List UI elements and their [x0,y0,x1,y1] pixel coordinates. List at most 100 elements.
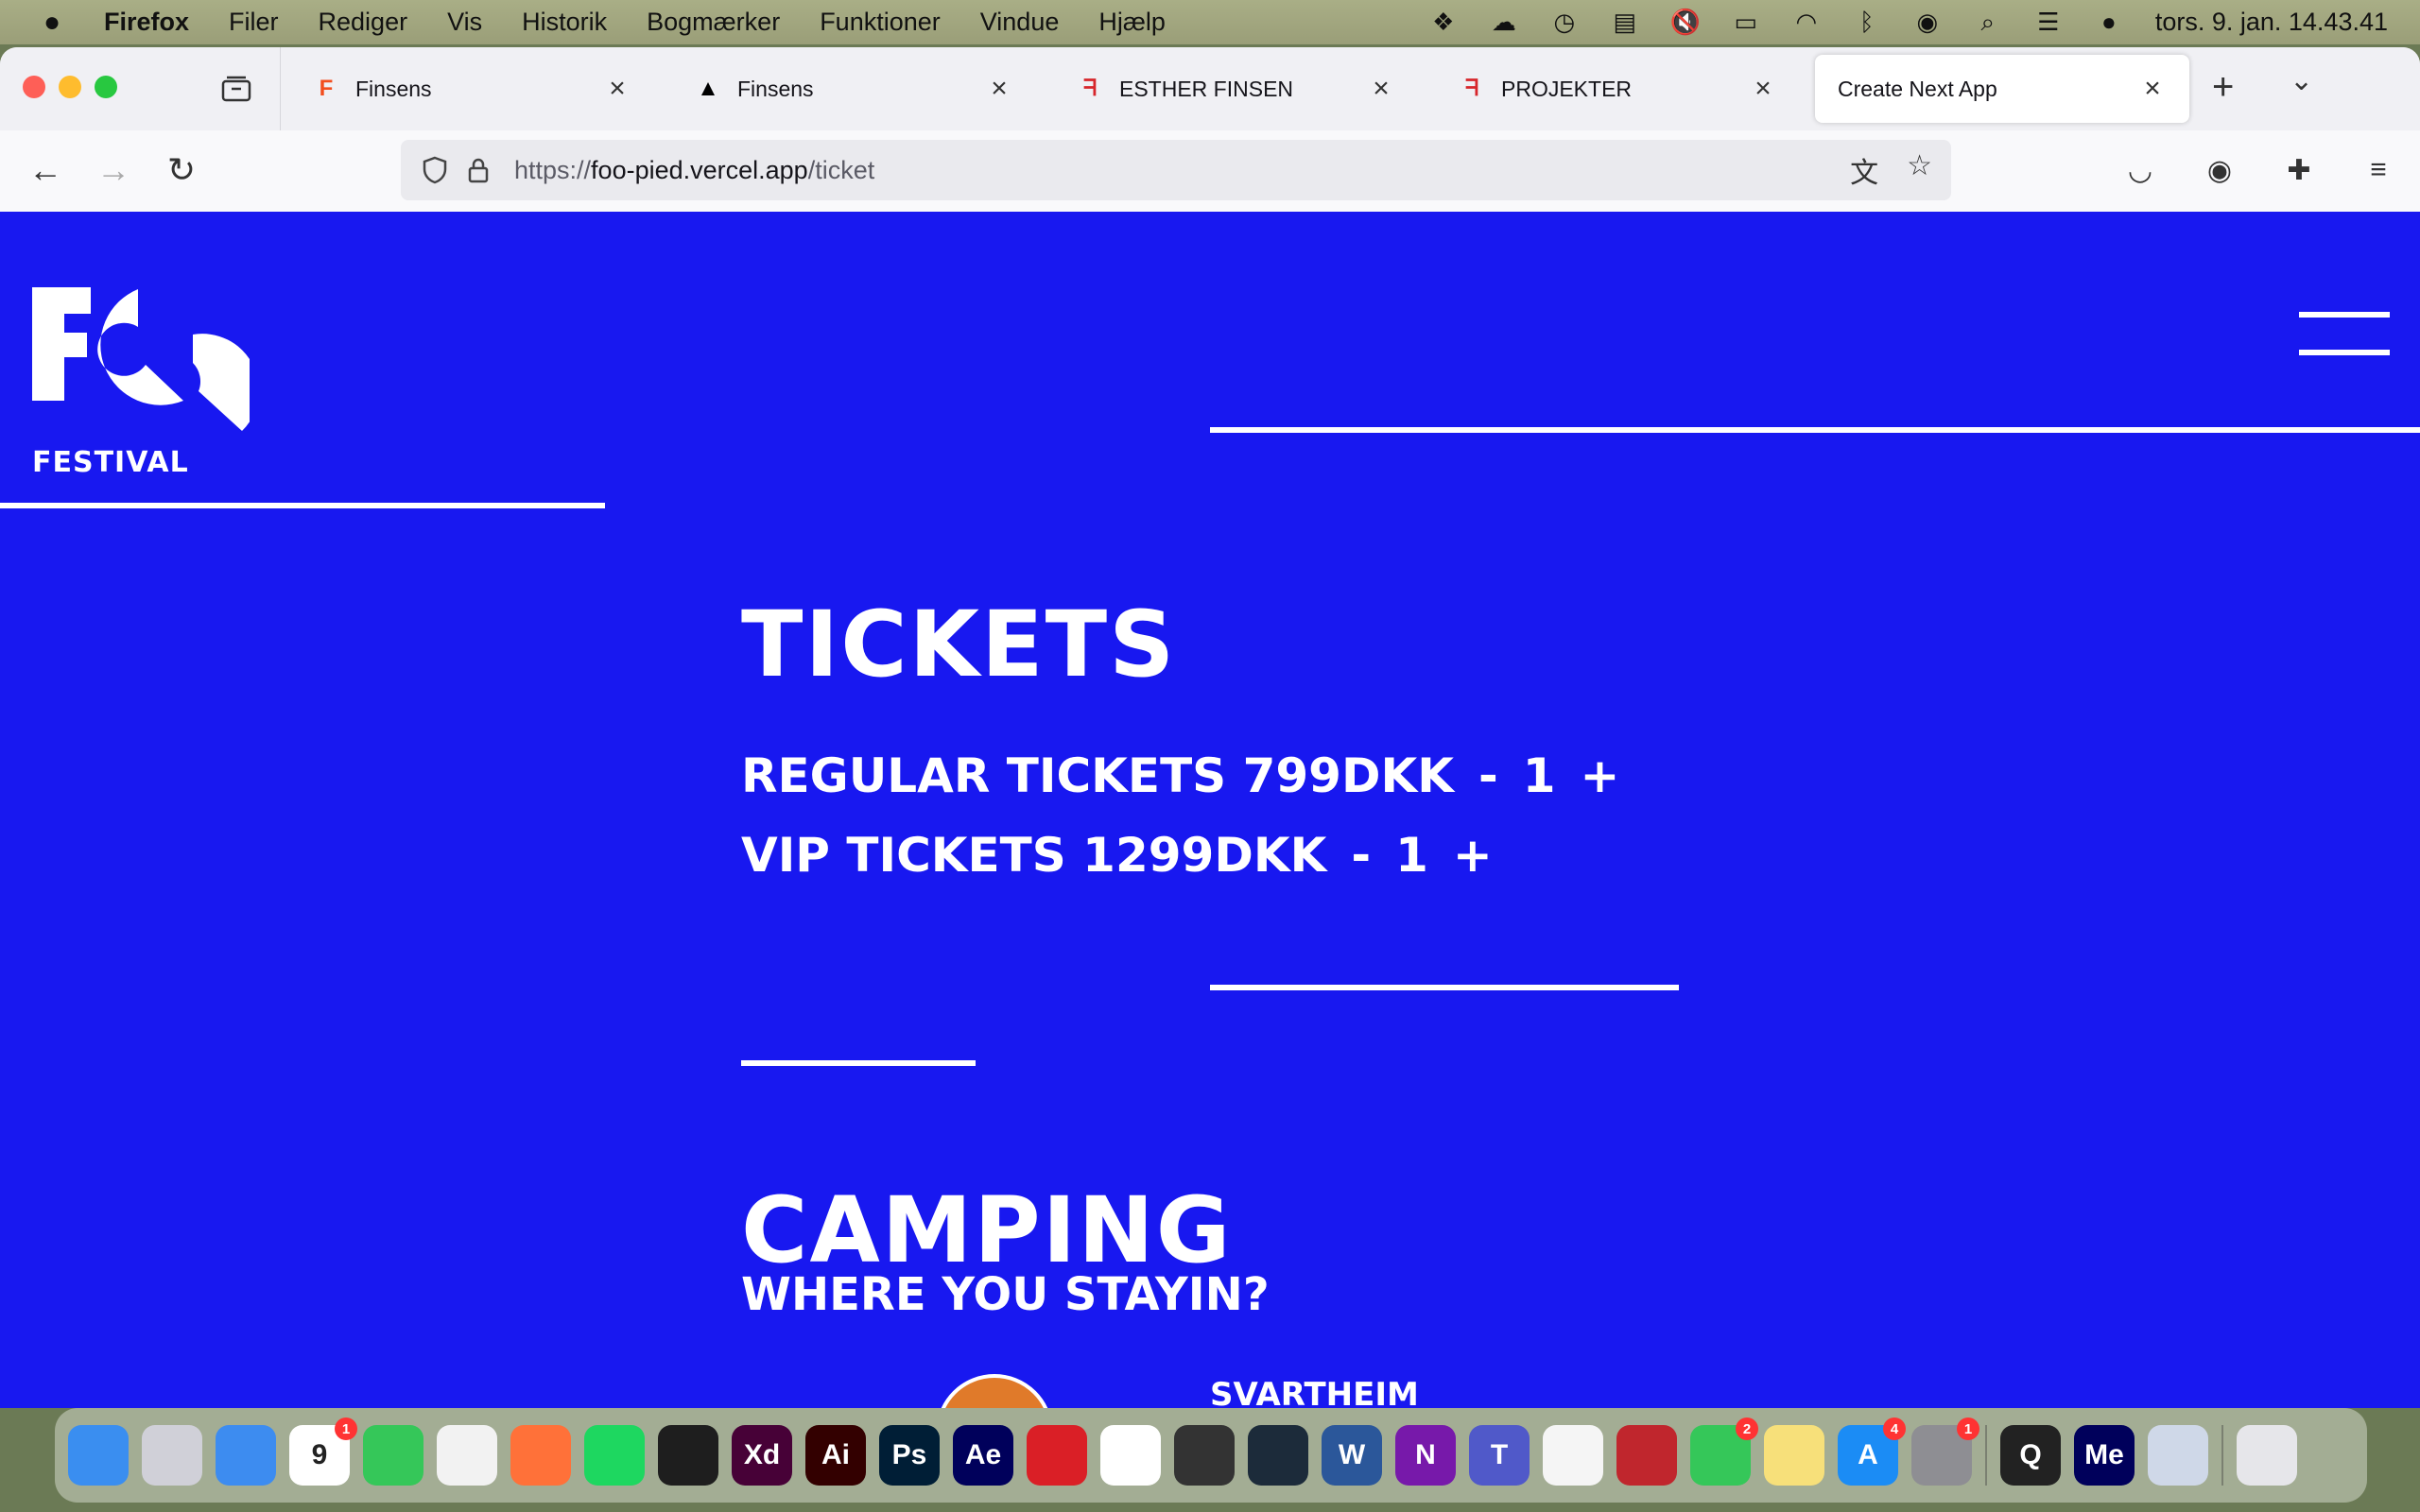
menu-bogmaerker[interactable]: Bogmærker [647,8,780,37]
teams-icon[interactable]: T [1469,1425,1530,1486]
close-tab-icon[interactable]: × [985,73,1013,105]
lock-icon[interactable] [459,151,497,189]
menu-app-name[interactable]: Firefox [104,8,189,37]
list-all-tabs-icon[interactable]: ⌄ [2290,64,2313,97]
menu-clock[interactable]: tors. 9. jan. 14.43.41 [2155,8,2388,37]
tab-esther-finsen[interactable]: ᖷ ESTHER FINSEN × [1053,55,1418,123]
launchpad-icon[interactable] [142,1425,202,1486]
illustrator-icon[interactable]: Ai [805,1425,866,1486]
chrome-icon[interactable] [437,1425,497,1486]
trash-icon[interactable] [2237,1425,2297,1486]
spotify-icon[interactable] [584,1425,645,1486]
control-center-icon[interactable]: ☰ [2034,8,2063,37]
photos-icon[interactable] [1543,1425,1603,1486]
camp-option-marker[interactable] [936,1374,1053,1408]
creative-cloud-icon[interactable] [1027,1425,1087,1486]
tab-favicon-icon: ▲ [697,76,719,101]
tab-title: Finsens [737,76,814,101]
notes-icon[interactable] [1764,1425,1824,1486]
mute-icon[interactable]: 🔇 [1670,8,1701,37]
browser-window: F Finsens × ▲ Finsens × ᖷ ESTHER FINSEN … [0,47,2420,1408]
word-icon[interactable]: W [1322,1425,1382,1486]
extensions-icon[interactable]: ✚ [2278,149,2320,191]
foo-festival-logo[interactable] [32,287,250,438]
close-tab-icon[interactable]: × [2138,73,2167,105]
back-icon[interactable]: ← [25,149,66,191]
vip-decrement-button[interactable]: - [1351,828,1371,883]
finder-icon[interactable] [68,1425,129,1486]
tab-projekter[interactable]: ᖷ PROJEKTER × [1435,55,1800,123]
tracking-protection-icon[interactable] [416,151,454,189]
regular-decrement-button[interactable]: - [1478,748,1498,803]
calendar-icon[interactable]: 91 [289,1418,357,1486]
url-text[interactable]: https://foo-pied.vercel.app/ticket [514,156,1850,185]
minimize-window-button[interactable] [59,76,81,98]
address-bar[interactable]: https://foo-pied.vercel.app/ticket 文 ☆ [401,140,1951,200]
tab-create-next-app[interactable]: Create Next App × [1815,55,2189,123]
close-window-button[interactable] [23,76,45,98]
menu-vindue[interactable]: Vindue [980,8,1060,37]
tab-finsens-1[interactable]: F Finsens × [289,55,654,123]
pocket-icon[interactable]: ◡ [2119,149,2161,191]
menu-vis[interactable]: Vis [447,8,482,37]
facetime-icon[interactable]: 2 [1690,1418,1758,1486]
menu-rediger[interactable]: Rediger [319,8,408,37]
compass-icon[interactable] [1174,1425,1235,1486]
mail-icon[interactable] [216,1425,276,1486]
new-tab-icon[interactable]: + [2212,66,2234,109]
translate-icon[interactable]: 文 [1850,149,1878,191]
onenote-icon[interactable]: N [1395,1425,1456,1486]
divider-line [1210,985,1679,990]
figma-icon[interactable] [658,1425,718,1486]
creative-cloud-status-icon[interactable]: ☁ [1490,8,1518,37]
url-path: /ticket [807,155,875,184]
dock-icon-label: T [1490,1439,1509,1470]
close-tab-icon[interactable]: × [1367,73,1395,105]
messages-icon[interactable] [363,1425,424,1486]
menu-filer[interactable]: Filer [229,8,279,37]
testflight-icon[interactable] [1248,1425,1308,1486]
battery-icon[interactable]: ▭ [1732,8,1760,37]
dock-icon-label: Xd [743,1439,781,1470]
preview-icon[interactable] [2148,1425,2208,1486]
keyboard-icon[interactable]: ▤ [1611,8,1639,37]
firefox-icon[interactable] [510,1425,571,1486]
zoom-window-button[interactable] [95,76,117,98]
media-encoder-icon[interactable]: Me [2074,1425,2135,1486]
tab-finsens-2[interactable]: ▲ Finsens × [671,55,1036,123]
bluetooth-icon[interactable]: ᛒ [1853,8,1881,37]
time-machine-icon[interactable]: ◷ [1550,8,1579,37]
regular-increment-button[interactable]: + [1581,748,1620,803]
dock-icon-label: Ae [964,1439,1002,1470]
wifi-icon[interactable]: ◠ [1792,8,1821,37]
vscode-icon[interactable] [1100,1425,1161,1486]
photoshop-icon[interactable]: Ps [879,1425,940,1486]
app-menu-icon[interactable]: ≡ [2358,149,2399,191]
user-icon[interactable]: ◉ [1913,8,1942,37]
close-tab-icon[interactable]: × [1749,73,1777,105]
close-tab-icon[interactable]: × [603,73,631,105]
menu-hjaelp[interactable]: Hjælp [1098,8,1166,37]
reload-icon[interactable]: ↻ [161,149,202,191]
system-settings-icon[interactable]: 1 [1911,1418,1979,1486]
tab-title: Create Next App [1838,76,1997,101]
menu-funktioner[interactable]: Funktioner [820,8,941,37]
camp-option-svartheim[interactable]: SVARTHEIM [1210,1376,1419,1408]
app-store-icon[interactable]: A4 [1838,1418,1906,1486]
after-effects-icon[interactable]: Ae [953,1425,1013,1486]
firefox-view-icon[interactable] [219,74,253,104]
hamburger-menu-icon[interactable] [2299,312,2390,359]
spotlight-search-icon[interactable]: ⌕ [1974,8,2002,37]
siri-icon[interactable]: ● [2095,8,2123,37]
figma-status-icon[interactable]: ❖ [1429,8,1458,37]
vip-increment-button[interactable]: + [1453,828,1493,883]
quicktime-icon[interactable]: Q [2000,1425,2061,1486]
bookmark-star-icon[interactable]: ☆ [1907,149,1932,191]
menu-historik[interactable]: Historik [522,8,607,37]
apple-icon[interactable]: ● [0,7,104,39]
divider-line [0,503,605,508]
account-icon[interactable]: ◉ [2199,149,2240,191]
xd-icon[interactable]: Xd [732,1425,792,1486]
photo-booth-icon[interactable] [1616,1425,1677,1486]
forward-icon[interactable]: → [93,149,134,191]
